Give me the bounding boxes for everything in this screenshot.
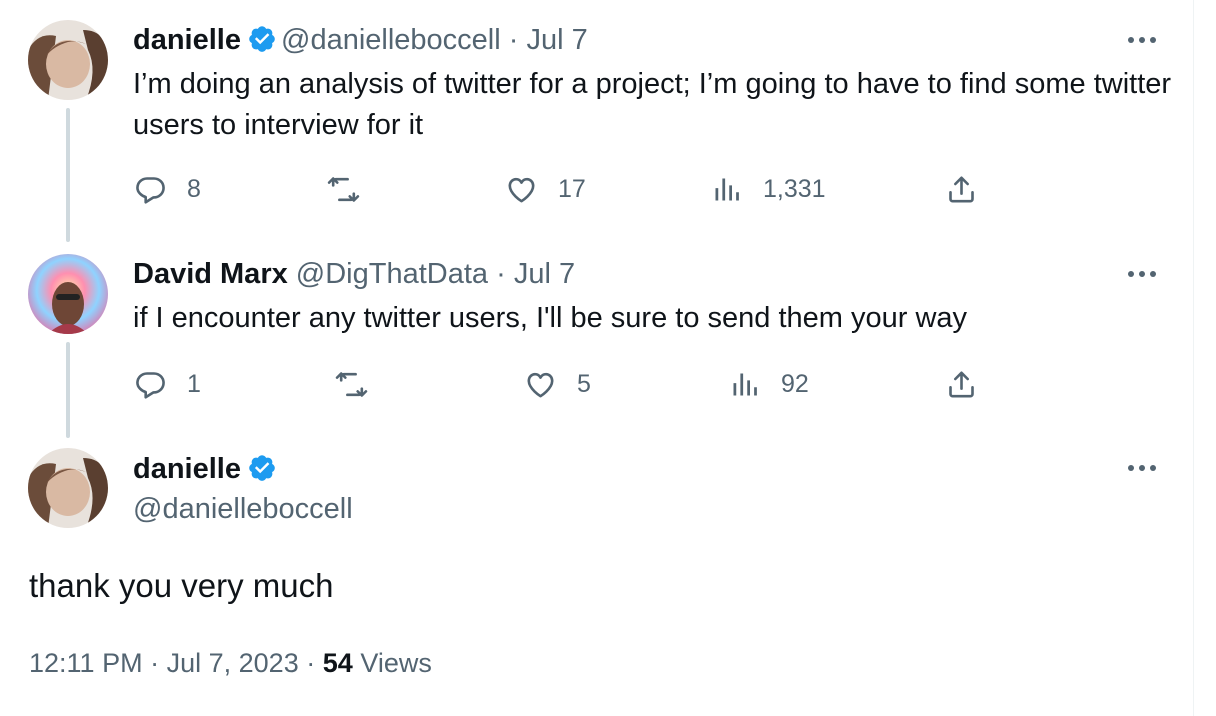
tweet-text: I’m doing an analysis of twitter for a p… <box>133 68 1172 141</box>
tweet-date[interactable]: Jul 7 <box>526 24 587 56</box>
main-tweet-handle-row: @danielleboccell <box>133 491 353 527</box>
main-tweet-text: thank you very much <box>29 567 334 604</box>
share-icon <box>949 176 974 202</box>
reply-icon <box>136 371 165 399</box>
tweet-date[interactable]: Jul 7 <box>514 258 575 290</box>
retweet-button[interactable] <box>327 171 360 207</box>
tweet1-header: danielle @danielleboccell · Jul 7 <box>133 24 588 56</box>
tweet2-header: David Marx @DigThatData · Jul 7 <box>133 258 576 290</box>
reply-button[interactable]: 1 <box>134 366 201 402</box>
views-chart-icon <box>715 178 739 200</box>
views-count: 54 <box>322 648 353 678</box>
display-name[interactable]: David Marx <box>133 258 288 290</box>
like-button[interactable]: 5 <box>524 366 591 402</box>
more-options-icon[interactable] <box>1124 458 1160 478</box>
more-options-icon[interactable] <box>1124 264 1160 284</box>
verified-badge-icon <box>249 26 275 52</box>
views-chart-icon <box>733 373 757 395</box>
like-count: 5 <box>577 369 591 398</box>
tweet-time[interactable]: 12:11 PM <box>29 648 143 678</box>
thread-line <box>66 342 70 438</box>
thread-line <box>66 108 70 242</box>
retweet-icon <box>327 176 360 202</box>
share-button[interactable] <box>945 366 978 402</box>
verified-badge-icon <box>249 455 275 481</box>
column-border <box>1193 0 1194 716</box>
views-button[interactable]: 1,331 <box>710 171 826 207</box>
main-tweet-name-row: danielle <box>133 451 281 487</box>
share-icon <box>949 371 974 397</box>
heart-icon <box>527 372 554 397</box>
avatar-danielle[interactable] <box>28 448 108 528</box>
avatar-photo <box>28 20 108 100</box>
tweet-meta: 12:11 PM · Jul 7, 2023 · 54 Views <box>29 648 432 678</box>
avatar-photo <box>28 254 108 334</box>
heart-icon <box>508 177 535 202</box>
views-button[interactable]: 92 <box>728 366 809 402</box>
reply-count: 8 <box>187 174 201 203</box>
view-count: 1,331 <box>763 174 826 203</box>
view-count: 92 <box>781 369 809 398</box>
avatar-david-marx[interactable] <box>28 254 108 334</box>
share-button[interactable] <box>945 171 978 207</box>
retweet-button[interactable] <box>335 366 368 402</box>
reply-count: 1 <box>187 369 201 398</box>
reply-button[interactable]: 8 <box>134 171 201 207</box>
like-button[interactable]: 17 <box>505 171 586 207</box>
display-name[interactable]: danielle <box>133 24 241 56</box>
retweet-icon <box>335 371 368 397</box>
views-label: Views <box>360 648 432 678</box>
like-count: 17 <box>558 174 586 203</box>
user-handle[interactable]: @danielleboccell <box>281 24 501 56</box>
reply-icon <box>136 176 165 204</box>
tweet-full-date[interactable]: Jul 7, 2023 <box>167 648 299 678</box>
more-options-icon[interactable] <box>1124 30 1160 50</box>
user-handle[interactable]: @DigThatData <box>296 258 488 290</box>
display-name[interactable]: danielle <box>133 453 241 485</box>
user-handle[interactable]: @danielleboccell <box>133 493 353 525</box>
tweet-text: if I encounter any twitter users, I'll b… <box>133 302 968 334</box>
avatar-danielle[interactable] <box>28 20 108 100</box>
avatar-photo <box>28 448 108 528</box>
